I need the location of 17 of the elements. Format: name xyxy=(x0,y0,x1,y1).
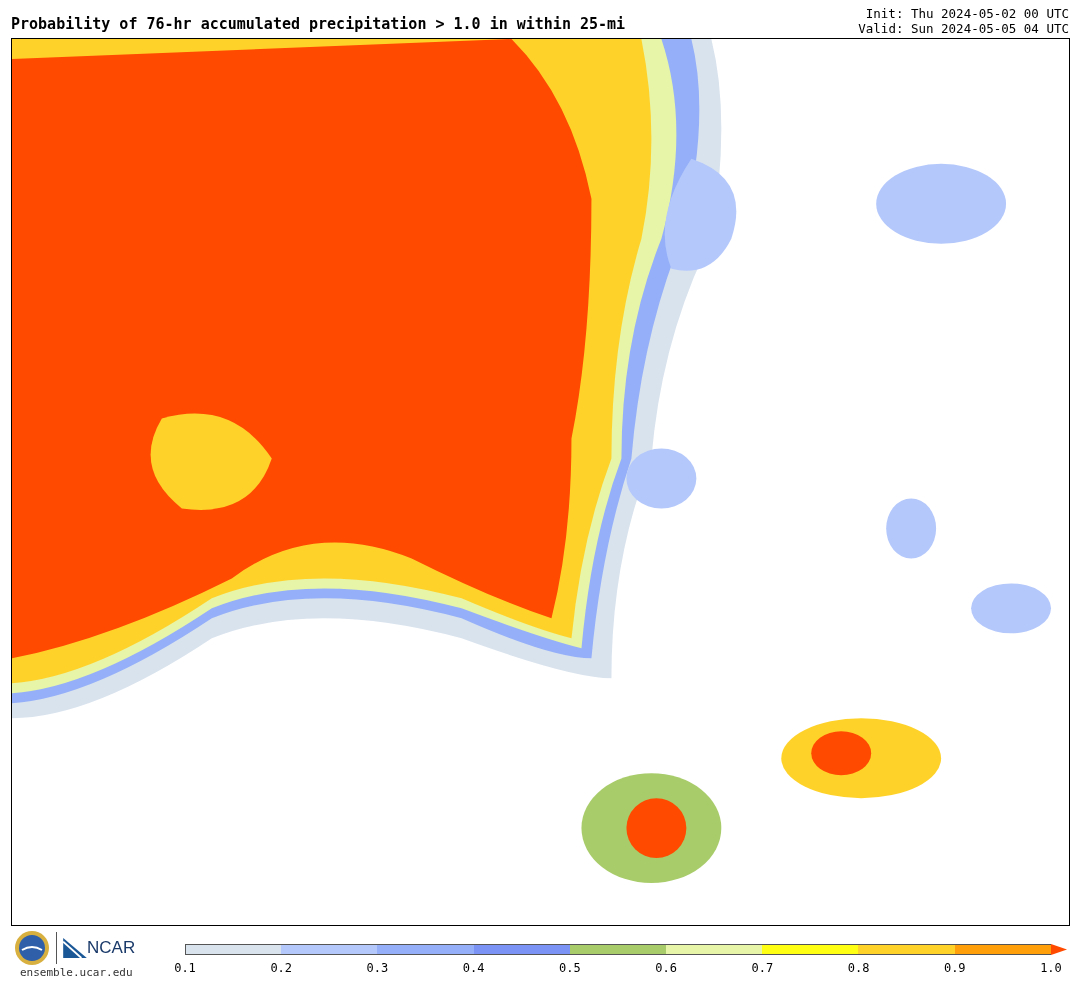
tick-label: 0.2 xyxy=(269,961,294,975)
globe-seal-icon xyxy=(14,930,50,966)
triangle-logo-icon xyxy=(63,938,87,958)
site-url: ensemble.ucar.edu xyxy=(20,966,133,979)
init-time: Init: Thu 2024-05-02 00 UTC xyxy=(864,6,1069,21)
tick-label: 0.3 xyxy=(365,961,390,975)
valid-time: Valid: Sun 2024-05-05 04 UTC xyxy=(858,21,1069,36)
tick-label: 0.4 xyxy=(461,961,486,975)
tick-label: 1.0 xyxy=(1039,961,1063,975)
tick-label: 0.7 xyxy=(750,961,775,975)
tick-label: 0.6 xyxy=(654,961,678,975)
tick-label: 0.5 xyxy=(558,961,582,975)
tick-label: 0.1 xyxy=(173,961,197,975)
chart-title: Probability of 76-hr accumulated precipitation > 1.0 in within 25-mi xyxy=(11,15,626,35)
tick-label: 0.9 xyxy=(942,961,967,975)
logo-text: NCAR xyxy=(87,938,136,958)
tick-label: 0.8 xyxy=(846,961,871,975)
